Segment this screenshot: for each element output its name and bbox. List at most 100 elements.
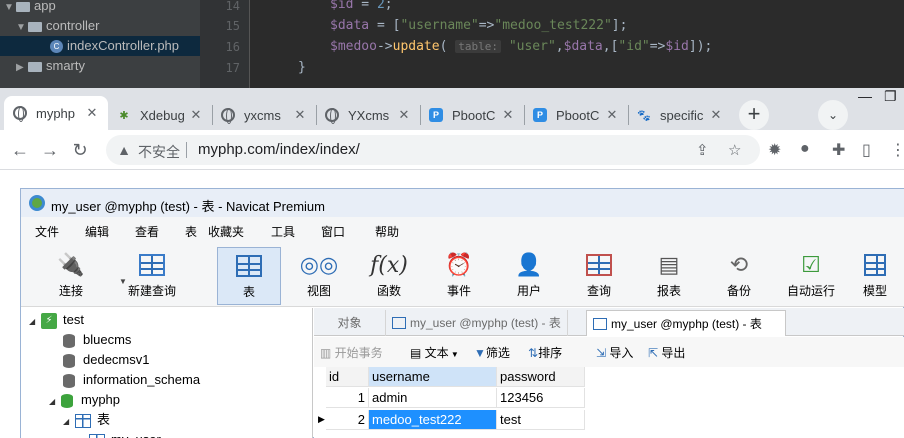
code-line-15[interactable]: $data = ["username"=>"medoo_test222"]; xyxy=(330,18,627,33)
tab-my-user-2[interactable]: my_user @myphp (test) - 表 xyxy=(586,310,786,336)
cell-username[interactable]: admin xyxy=(369,388,497,408)
query-icon xyxy=(584,251,614,279)
warning-icon[interactable]: ▲ xyxy=(116,142,132,158)
minimize-icon[interactable]: — xyxy=(858,88,872,104)
text-button[interactable]: ▤ 文本 ▼ xyxy=(410,344,459,361)
tab-objects[interactable]: 对象 xyxy=(314,310,386,336)
chevron-down-icon[interactable]: ◢ xyxy=(49,392,61,412)
restore-icon[interactable]: ❐ xyxy=(884,88,897,105)
close-icon[interactable]: ✕ xyxy=(500,107,516,123)
tool-view[interactable]: ◎◎ 视图 xyxy=(287,247,351,305)
tab-my-user-1[interactable]: my_user @myphp (test) - 表 xyxy=(386,310,568,336)
cookie-icon[interactable]: ● xyxy=(800,140,810,158)
tab-yxcms-2[interactable]: YXcms ✕ xyxy=(316,100,420,130)
tool-autorun[interactable]: ☑ 自动运行 xyxy=(777,247,845,305)
sort-button[interactable]: ⇅排序 xyxy=(528,344,562,361)
tool-event[interactable]: ⏰ 事件 xyxy=(427,247,491,305)
tree-folder-smarty[interactable]: ▶ smarty xyxy=(16,56,85,76)
tree-connection-test[interactable]: ◢ ⚡ test xyxy=(29,310,84,330)
cell-id[interactable]: 1 xyxy=(326,388,369,408)
code-line-16[interactable]: $medoo->update( table: "user",$data,["id… xyxy=(330,39,712,54)
side-panel-icon[interactable]: ▯ xyxy=(862,140,871,160)
tool-function[interactable]: f(x) 函数 xyxy=(357,247,421,305)
begin-transaction-button[interactable]: ▥ 开始事务 xyxy=(320,344,383,361)
tab-specific[interactable]: 🐾 specific ✕ xyxy=(628,100,732,130)
window-title: my_user @myphp (test) - 表 - Navicat Prem… xyxy=(51,199,325,214)
tree-folder-app[interactable]: ▼ app xyxy=(4,0,56,16)
extensions-puzzle-icon[interactable]: ✚ xyxy=(832,140,845,160)
cell-password[interactable]: test xyxy=(497,410,585,430)
tab-pbootcms[interactable]: P PbootC ✕ xyxy=(420,100,524,130)
back-button[interactable]: ← xyxy=(8,138,32,162)
tool-table[interactable]: 表 xyxy=(217,247,281,305)
tool-label: 表 xyxy=(242,285,255,299)
close-icon[interactable]: ✕ xyxy=(188,107,204,123)
column-header-id[interactable]: id xyxy=(326,367,369,387)
tool-model[interactable]: 模型 xyxy=(847,247,903,305)
text-icon: ▤ xyxy=(410,346,425,360)
php-file-icon: C xyxy=(50,40,63,54)
extension-gear-icon[interactable]: ✹ xyxy=(768,140,781,160)
tree-table-my-user[interactable]: my_user xyxy=(89,430,161,438)
tool-connect[interactable]: 🔌 连接 ▼ xyxy=(39,247,127,305)
menu-tools[interactable]: 工具 xyxy=(271,223,295,240)
export-button[interactable]: ⇱ 导出 xyxy=(648,344,685,361)
tab-yxcms[interactable]: yxcms ✕ xyxy=(212,100,316,130)
dropdown-arrow-icon: ▼ xyxy=(448,350,459,359)
button-label: 筛选 xyxy=(485,346,510,360)
code-line-14[interactable]: $id = 2; xyxy=(330,0,393,12)
tool-new-query[interactable]: 新建查询 xyxy=(117,247,187,305)
tree-db-information-schema[interactable]: information_schema xyxy=(63,370,200,390)
tree-file-indexcontroller[interactable]: CindexController.php xyxy=(0,36,200,56)
import-icon: ⇲ xyxy=(596,346,610,360)
menu-table[interactable]: 表 xyxy=(185,223,197,240)
tool-report[interactable]: ▤ 报表 xyxy=(637,247,701,305)
tree-db-bluecms[interactable]: bluecms xyxy=(63,330,131,350)
menu-view[interactable]: 查看 xyxy=(135,223,159,240)
tab-myphp[interactable]: myphp ✕ xyxy=(4,96,108,130)
tab-pbootcms-2[interactable]: P PbootC ✕ xyxy=(524,100,628,130)
tool-user[interactable]: 👤 用户 xyxy=(497,247,561,305)
filter-button[interactable]: ▼筛选 xyxy=(474,344,510,361)
cell-username-selected[interactable]: medoo_test222 xyxy=(369,410,497,430)
new-tab-button[interactable]: + xyxy=(739,100,769,130)
menu-window[interactable]: 窗口 xyxy=(321,223,345,240)
close-icon[interactable]: ✕ xyxy=(708,107,724,123)
tab-title: Xdebug xyxy=(140,107,185,123)
close-icon[interactable]: ✕ xyxy=(84,105,100,121)
tree-label: dedecmsv1 xyxy=(83,352,150,367)
code-line-17[interactable]: } xyxy=(298,60,306,75)
menu-file[interactable]: 文件 xyxy=(35,223,59,240)
share-icon[interactable]: ⇪ xyxy=(696,141,709,159)
forward-button[interactable]: → xyxy=(38,138,62,162)
security-label[interactable]: 不安全 xyxy=(138,142,180,162)
tool-query[interactable]: 查询 xyxy=(567,247,631,305)
menu-kebab-icon[interactable]: ⋮ xyxy=(890,140,904,160)
tree-folder-controller[interactable]: ▼ controller xyxy=(16,16,99,36)
url-text[interactable]: myphp.com/index/index/ xyxy=(198,141,360,158)
tool-backup[interactable]: ⟲ 备份 xyxy=(707,247,771,305)
menu-favorites[interactable]: 收藏夹 xyxy=(208,223,244,240)
tree-db-myphp[interactable]: ◢ myphp xyxy=(49,390,120,410)
chevron-down-icon[interactable]: ◢ xyxy=(63,412,75,432)
tab-xdebug[interactable]: ✱ Xdebug ✕ xyxy=(108,100,212,130)
tree-db-dedecmsv1[interactable]: dedecmsv1 xyxy=(63,350,149,370)
cell-password[interactable]: 123456 xyxy=(497,388,585,408)
column-header-password[interactable]: password xyxy=(497,367,585,387)
close-icon[interactable]: ✕ xyxy=(292,107,308,123)
transaction-icon: ▥ xyxy=(320,346,335,360)
menu-help[interactable]: 帮助 xyxy=(375,223,399,240)
cell-id[interactable]: 2 xyxy=(326,410,369,430)
import-button[interactable]: ⇲ 导入 xyxy=(596,344,633,361)
reload-button[interactable]: ↻ xyxy=(68,138,92,162)
column-header-username[interactable]: username xyxy=(369,367,497,387)
close-icon[interactable]: ✕ xyxy=(396,107,412,123)
close-icon[interactable]: ✕ xyxy=(604,107,620,123)
tree-group-tables[interactable]: ◢ 表 xyxy=(63,410,110,430)
chevron-down-icon[interactable]: ◢ xyxy=(29,312,41,332)
code-token: $data xyxy=(330,18,370,33)
menu-edit[interactable]: 编辑 xyxy=(85,223,109,240)
address-bar[interactable]: ▲ 不安全 myphp.com/index/index/ ⇪ ☆ xyxy=(106,135,760,165)
tab-search-button[interactable]: ⌄ xyxy=(818,100,848,130)
bookmark-star-icon[interactable]: ☆ xyxy=(728,141,741,159)
